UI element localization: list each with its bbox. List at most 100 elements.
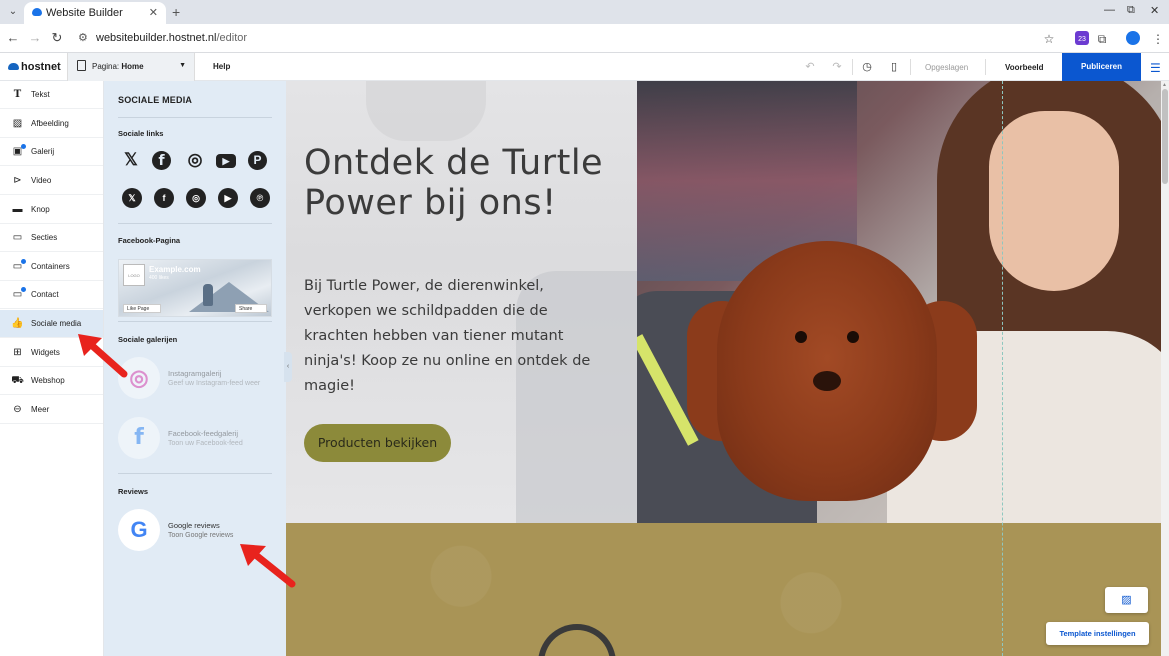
containers-icon: ▭ [11,259,26,273]
settings-menu-icon[interactable]: ☰ [1150,61,1161,75]
canvas-scrollbar[interactable]: ▲ [1161,81,1169,656]
gallery-subtitle: Geef uw Instagram-feed weer [168,380,261,387]
sidebar-item-tekst[interactable]: T Tekst [0,81,103,109]
annotation-arrow-icon [78,334,128,378]
scrollbar-thumb[interactable] [1162,89,1168,184]
sidebar-item-label: Tekst [31,90,50,99]
maximize-icon[interactable]: ⧉ [1127,4,1135,17]
sidebar-item-knop[interactable]: ▬ Knop [0,196,103,224]
facebook-round-icon[interactable]: f [154,188,174,208]
address-bar[interactable]: ⚙ websitebuilder.hostnet.nl/editor [72,28,1072,49]
divider [118,117,272,118]
profile-avatar[interactable] [1126,31,1140,45]
instagram-gallery-item[interactable]: ◎ Instagramgalerij Geef uw Instagram-fee… [118,357,278,401]
collapse-panel-handle[interactable]: ‹ [284,352,292,382]
new-tab-button[interactable]: + [172,4,180,20]
sidebar-item-label: Secties [31,233,58,242]
hero-text-area[interactable]: Ontdek de Turtle Power bij ons! Bij Turt… [286,81,646,523]
tab-list-icon[interactable]: ⌄ [6,5,20,19]
second-section[interactable] [286,523,1161,656]
close-window-icon[interactable]: ✕ [1150,4,1159,17]
toolbar-divider [852,59,853,75]
x-round-icon[interactable]: 𝕏 [122,188,142,208]
facebook-icon: f [118,417,160,459]
sidebar-item-label: Galerij [31,147,55,156]
bookmark-star-icon[interactable]: ☆ [1041,31,1057,47]
browser-menu-icon[interactable]: ⋮ [1150,31,1166,47]
page-canvas[interactable]: Ontdek de Turtle Power bij ons! Bij Turt… [286,81,1161,656]
facebook-page-heading: Facebook-Pagina [118,236,181,245]
sidebar-item-label: Contact [31,290,59,299]
sidebar-item-label: Meer [31,405,50,414]
page-style-icon[interactable]: ▨ [1105,587,1148,613]
sidebar-item-label: Knop [31,205,50,214]
sidebar-item-secties[interactable]: ▭ Secties [0,224,103,252]
sidebar-item-label: Containers [31,262,70,271]
facebook-outline-icon[interactable]: f [152,151,171,170]
gallery-icon: ▣ [11,144,26,158]
extensions-icon[interactable]: ⧉ [1094,31,1110,47]
chevron-down-icon: ▼ [179,62,186,69]
sidebar-item-contact[interactable]: ▭ Contact [0,281,103,309]
social-links-heading: Sociale links [118,129,164,138]
gallery-subtitle: Toon uw Facebook-feed [168,440,243,447]
sidebar-item-afbeelding[interactable]: ▨ Afbeelding [0,110,103,138]
widgets-icon: ⊞ [13,347,22,358]
redo-icon[interactable]: ↷ [830,60,844,74]
fb-cover-person [203,284,213,306]
sidebar-item-label: Video [31,176,52,185]
instagram-outline-icon[interactable]: ◎ [184,149,206,171]
sidebar-item-label: Widgets [31,348,60,357]
annotation-arrow-icon [240,544,296,588]
page-icon [77,60,86,71]
sidebar-item-containers[interactable]: ▭ Containers [0,253,103,281]
facebook-page-widget[interactable]: LOGO Example.com 400 likes Like Page Sha… [118,259,272,317]
page-selector[interactable]: Pagina: Home ▼ [67,53,195,81]
divider [118,223,272,224]
publish-button[interactable]: Publiceren [1062,53,1141,81]
undo-icon[interactable]: ↶ [803,60,817,74]
reviews-title: Google reviews [168,521,220,530]
reload-icon[interactable]: ↻ [49,30,65,46]
sidebar-item-video[interactable]: ⊳ Video [0,167,103,195]
facebook-feed-gallery-item[interactable]: f Facebook-feedgalerij Toon uw Facebook-… [118,417,278,461]
hero-heading[interactable]: Ontdek de Turtle Power bij ons! [304,143,624,223]
favicon-icon [32,8,42,16]
cart-icon: ⛟ [11,375,24,386]
layout-guide-line [1002,81,1003,656]
preview-button[interactable]: Voorbeeld [1005,63,1044,72]
hero-image[interactable] [637,81,1161,523]
page-selector-label: Pagina: Home [92,62,144,71]
hero-paragraph[interactable]: Bij Turtle Power, de dierenwinkel, verko… [304,274,614,399]
products-button[interactable]: Producten bekijken [304,424,451,462]
help-menu[interactable]: Help [213,62,230,71]
hostnet-logo: hostnet [8,61,61,73]
fb-like-button: Like Page [123,304,161,313]
fb-likes: 400 likes [149,275,169,281]
minimize-icon[interactable]: — [1104,4,1115,16]
mobile-view-icon[interactable]: ▯ [887,60,901,74]
sidebar-item-galerij[interactable]: ▣ Galerij [0,138,103,166]
back-icon[interactable]: ← [5,30,21,46]
x-outline-icon[interactable]: 𝕏 [120,149,142,171]
history-icon[interactable]: ◷ [860,60,874,74]
youtube-round-icon[interactable]: ▶ [218,188,238,208]
forward-icon[interactable]: → [27,30,43,46]
sidebar-item-label: Sociale media [31,319,82,328]
background-shape [366,81,486,141]
youtube-outline-icon[interactable]: ▶ [216,154,236,168]
sections-icon: ▭ [12,232,23,243]
instagram-round-icon[interactable]: ◎ [186,188,206,208]
pinterest-round-icon[interactable]: ℗ [250,188,270,208]
scroll-up-icon[interactable]: ▲ [1162,82,1167,88]
gallery-title: Instagramgalerij [168,369,222,378]
browser-tab[interactable]: Website Builder ✕ [24,2,166,24]
extension-badge-icon[interactable]: 23 [1075,31,1089,45]
contact-icon: ▭ [11,287,26,301]
site-info-icon[interactable]: ⚙ [78,31,88,44]
tab-close-icon[interactable]: ✕ [149,6,158,19]
sidebar-item-meer[interactable]: ⊖ Meer [0,396,103,424]
template-settings-button[interactable]: Template instellingen [1046,622,1149,645]
pinterest-outline-icon[interactable]: P [248,151,267,170]
button-icon: ▬ [12,204,23,215]
